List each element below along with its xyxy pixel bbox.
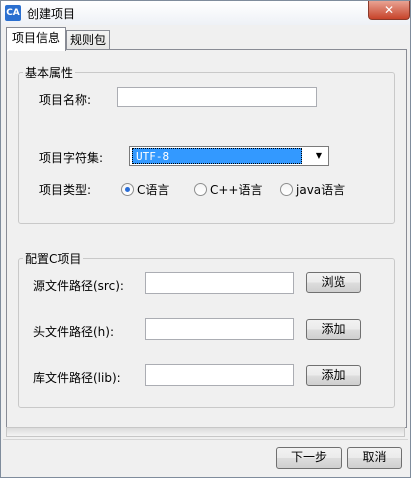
cancel-button[interactable]: 取消: [347, 447, 402, 469]
src-path-input[interactable]: [145, 272, 294, 294]
basic-properties-group: 基本属性 项目名称: 项目字符集: UTF-8 ▼ 项目类型: C语言 C++语…: [18, 64, 395, 224]
src-path-label: 源文件路径(src):: [33, 279, 124, 293]
title-bar[interactable]: CA 创建项目 ✕: [1, 1, 410, 25]
lib-path-input[interactable]: [145, 364, 294, 386]
header-path-label: 头文件路径(h):: [33, 325, 115, 339]
close-icon: ✕: [383, 3, 395, 17]
radio-c-label[interactable]: C语言: [137, 181, 169, 198]
divider: [3, 439, 408, 440]
radio-java-label[interactable]: java语言: [296, 181, 345, 198]
header-add-button[interactable]: 添加: [306, 319, 361, 340]
charset-select[interactable]: UTF-8 ▼: [129, 146, 329, 166]
basic-properties-legend: 基本属性: [23, 64, 76, 81]
chevron-down-icon[interactable]: ▼: [310, 147, 328, 165]
tab-rule-package[interactable]: 规则包: [66, 30, 110, 50]
app-icon: CA: [5, 5, 21, 21]
radio-c[interactable]: [121, 183, 134, 196]
tab-project-info[interactable]: 项目信息: [6, 27, 66, 51]
dialog-window: CA 创建项目 ✕ 项目信息 规则包 基本属性 项目名称: 项目字符集: UTF…: [0, 0, 411, 478]
close-button[interactable]: ✕: [368, 1, 410, 20]
src-browse-button[interactable]: 浏览: [306, 272, 361, 293]
window-title: 创建项目: [27, 7, 76, 21]
c-project-config-group: 配置C项目 源文件路径(src): 浏览 头文件路径(h): 添加 库文件路径(…: [18, 250, 395, 408]
project-type-label: 项目类型:: [39, 183, 92, 197]
tab-panel: 基本属性 项目名称: 项目字符集: UTF-8 ▼ 项目类型: C语言 C++语…: [6, 49, 407, 428]
radio-cpp[interactable]: [194, 183, 207, 196]
project-name-label: 项目名称:: [39, 93, 92, 107]
horizontal-scrollbar[interactable]: [6, 427, 405, 437]
c-project-config-legend: 配置C项目: [23, 250, 84, 267]
charset-label: 项目字符集:: [39, 151, 104, 165]
project-name-input[interactable]: [117, 87, 317, 107]
charset-selected-value: UTF-8: [132, 148, 302, 164]
radio-java[interactable]: [280, 183, 293, 196]
next-button[interactable]: 下一步: [276, 447, 342, 469]
lib-add-button[interactable]: 添加: [306, 365, 361, 386]
lib-path-label: 库文件路径(lib):: [33, 371, 121, 385]
radio-cpp-label[interactable]: C++语言: [210, 181, 263, 198]
header-path-input[interactable]: [145, 318, 294, 340]
